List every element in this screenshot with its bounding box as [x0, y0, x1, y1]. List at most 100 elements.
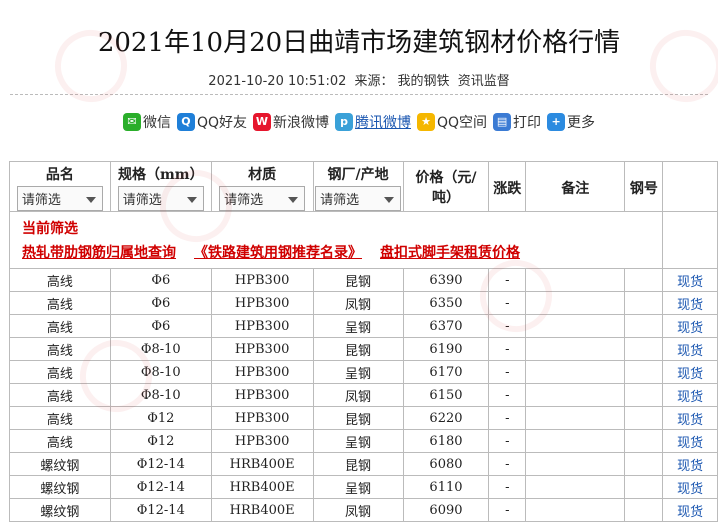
cell-price: 6180	[402, 429, 490, 453]
share-label: 新浪微博	[273, 115, 329, 131]
supervision-link[interactable]: 资讯监督	[458, 74, 510, 89]
table-row: 螺纹钢 Φ12-14 HRB400E 凤钢 6090- 现货	[9, 498, 718, 522]
spot-link[interactable]: 现货	[662, 498, 718, 522]
share-label: QQ空间	[437, 115, 488, 131]
header-change: 涨跌	[488, 161, 527, 212]
source-name[interactable]: 我的钢铁	[398, 74, 450, 89]
cell-mill: 凤钢	[312, 383, 404, 407]
cell-spec: Φ6	[109, 314, 212, 338]
share-qq-button[interactable]: Q QQ好友	[176, 112, 247, 132]
header-price: 价格（元/吨）	[402, 161, 490, 212]
cell-spec: Φ12	[109, 429, 212, 453]
header-steel-no: 钢号	[624, 161, 664, 212]
cell-steel-no	[624, 268, 664, 292]
qzone-icon: ★	[417, 113, 435, 131]
cell-steel-no	[624, 291, 664, 315]
cell-change: -	[488, 383, 527, 407]
spot-link[interactable]: 现货	[662, 475, 718, 499]
table-row: 高线 Φ6 HPB300 凤钢 6350- 现货	[9, 291, 718, 315]
cell-price: 6390	[402, 268, 490, 292]
current-filter-label: 当前筛选	[22, 221, 78, 237]
cell-remark	[525, 360, 626, 384]
cell-price: 6220	[402, 406, 490, 430]
promo-links: 热轧带肋钢筋归属地查询 《铁路建筑用钢推荐名录》 盘扣式脚手架租赁价格	[22, 242, 652, 262]
mill-filter-select[interactable]: 请筛选	[315, 186, 402, 211]
spot-link[interactable]: 现货	[662, 360, 718, 384]
share-label: 更多	[567, 115, 596, 131]
table-row: 高线 Φ6 HPB300 呈钢 6370- 现货	[9, 314, 718, 338]
share-label: QQ好友	[196, 115, 247, 131]
tencent-weibo-icon: p	[335, 113, 353, 131]
cell-material: HRB400E	[210, 452, 314, 476]
print-icon: ▤	[493, 113, 512, 131]
cell-steel-no	[624, 360, 664, 384]
cell-material: HPB300	[210, 314, 314, 338]
cell-steel-no	[624, 314, 664, 338]
share-tencent-weibo-button[interactable]: p 腾讯微博	[335, 112, 411, 132]
cell-mill: 凤钢	[312, 291, 404, 315]
weibo-icon: W	[253, 113, 271, 131]
spot-link[interactable]: 现货	[662, 291, 718, 315]
cell-remark	[525, 498, 626, 522]
spot-link[interactable]: 现货	[662, 314, 718, 338]
cell-steel-no	[624, 475, 664, 499]
share-weibo-button[interactable]: W 新浪微博	[253, 112, 329, 132]
cell-material: HPB300	[210, 360, 314, 384]
cell-change: -	[488, 475, 527, 499]
cell-mill: 昆钢	[312, 337, 404, 361]
name-filter-select[interactable]: 请筛选	[16, 186, 103, 211]
table-row: 高线 Φ6 HPB300 昆钢 6390- 现货	[9, 268, 718, 292]
cell-remark	[525, 337, 626, 361]
header-mill: 钢厂/产地 请筛选	[312, 161, 404, 212]
cell-spec: Φ12-14	[109, 475, 212, 499]
spot-link[interactable]: 现货	[662, 452, 718, 476]
promo-link[interactable]: 《铁路建筑用钢推荐名录》	[194, 242, 362, 262]
table-header-row: 品名 请筛选 规格（mm） 请筛选 材质 请筛选 钢厂/产地 请筛选 价格（元/吨） 涨…	[9, 161, 718, 212]
spot-link[interactable]: 现货	[662, 429, 718, 453]
cell-price: 6190	[402, 337, 490, 361]
cell-material: HPB300	[210, 291, 314, 315]
cell-change: -	[488, 337, 527, 361]
share-label: 打印	[513, 115, 542, 131]
share-wechat-button[interactable]: ✉ 微信	[122, 112, 171, 132]
share-print-button[interactable]: ▤ 打印	[493, 112, 541, 132]
cell-mill: 昆钢	[312, 452, 404, 476]
filter-row: 当前筛选 热轧带肋钢筋归属地查询 《铁路建筑用钢推荐名录》 盘扣式脚手架租赁价格	[8, 211, 718, 269]
spot-link[interactable]: 现货	[662, 268, 718, 292]
cell-remark	[525, 429, 626, 453]
spot-link[interactable]: 现货	[662, 337, 718, 361]
cell-change: -	[488, 498, 527, 522]
cell-material: HPB300	[210, 383, 314, 407]
cell-remark	[525, 452, 626, 476]
cell-material: HRB400E	[210, 475, 314, 499]
cell-name: 高线	[9, 429, 111, 453]
cell-price: 6370	[402, 314, 490, 338]
share-bar: ✉ 微信 Q QQ好友 W 新浪微博 p 腾讯微博 ★ QQ空间 ▤ 打印 + 更多	[0, 112, 718, 132]
cell-name: 高线	[9, 406, 111, 430]
promo-link[interactable]: 热轧带肋钢筋归属地查询	[22, 242, 176, 262]
cell-mill: 凤钢	[312, 498, 404, 522]
plus-icon: +	[547, 113, 566, 131]
cell-mill: 昆钢	[312, 406, 404, 430]
share-qzone-button[interactable]: ★ QQ空间	[417, 112, 487, 132]
share-label: 腾讯微博	[355, 115, 411, 131]
table-row: 螺纹钢 Φ12-14 HRB400E 呈钢 6110- 现货	[9, 475, 718, 499]
spot-link[interactable]: 现货	[662, 383, 718, 407]
publish-datetime: 2021-10-20 10:51:02	[208, 74, 347, 89]
cell-price: 6170	[402, 360, 490, 384]
spot-link[interactable]: 现货	[662, 406, 718, 430]
cell-spec: Φ12-14	[109, 452, 212, 476]
cell-change: -	[488, 360, 527, 384]
cell-steel-no	[624, 337, 664, 361]
cell-spec: Φ12-14	[109, 498, 212, 522]
cell-steel-no	[624, 429, 664, 453]
share-plus-button[interactable]: + 更多	[547, 112, 595, 132]
promo-link[interactable]: 盘扣式脚手架租赁价格	[380, 242, 520, 262]
cell-steel-no	[624, 406, 664, 430]
table-row: 螺纹钢 Φ12-14 HRB400E 昆钢 6080- 现货	[9, 452, 718, 476]
cell-mill: 呈钢	[312, 475, 404, 499]
cell-price: 6090	[402, 498, 490, 522]
cell-mill: 呈钢	[312, 429, 404, 453]
cell-spec: Φ6	[109, 268, 212, 292]
cell-remark	[525, 383, 626, 407]
